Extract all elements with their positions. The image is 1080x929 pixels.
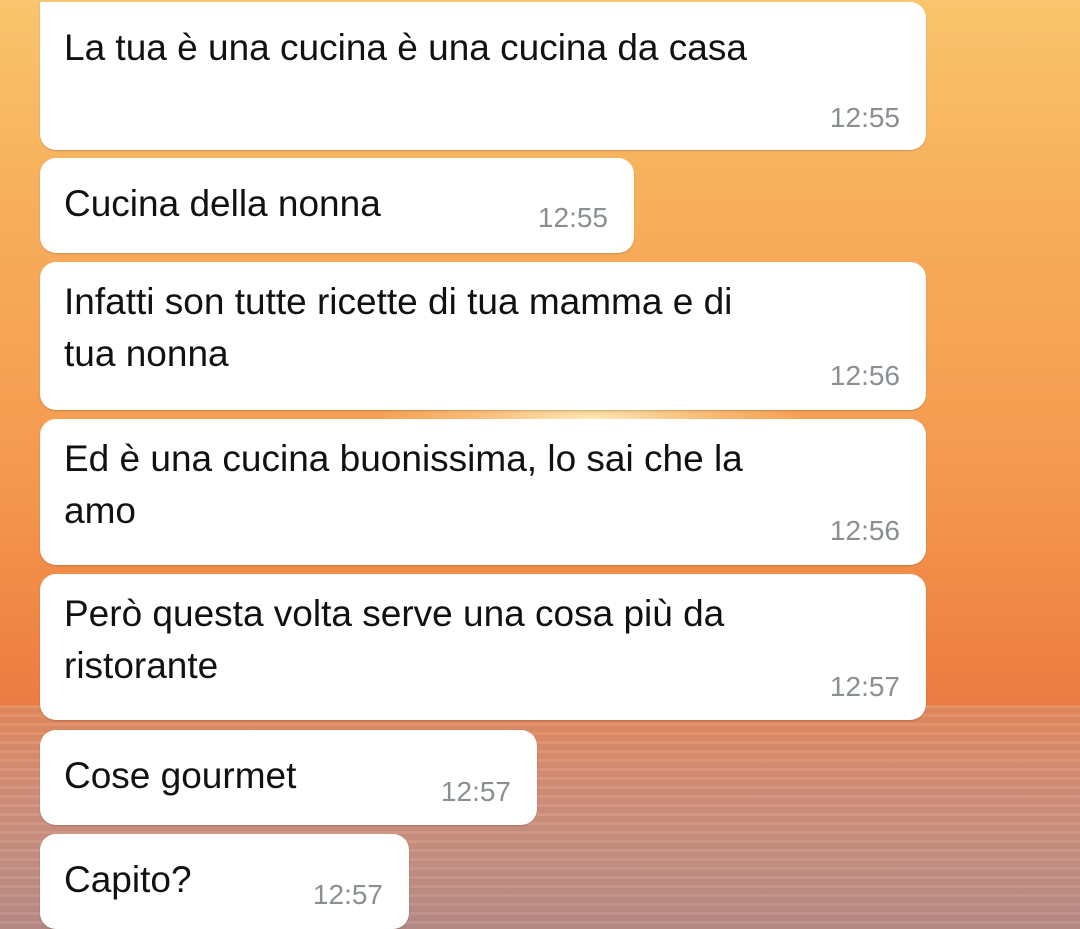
message-text-line: Però questa volta serve una cosa più da (64, 593, 725, 634)
incoming-message-bubble[interactable]: Capito? 12:57 (40, 834, 409, 929)
incoming-message-bubble[interactable]: Ed è una cucina buonissima, lo sai che l… (40, 419, 926, 565)
message-text-line: Infatti son tutte ricette di tua mamma e… (64, 281, 733, 322)
message-timestamp: 12:56 (829, 515, 900, 546)
message-text: Cose gourmet (64, 755, 297, 796)
message-text-line: tua nonna (64, 333, 229, 374)
incoming-message-bubble[interactable]: Cose gourmet 12:57 (40, 730, 537, 825)
message-timestamp: 12:57 (829, 671, 900, 702)
incoming-message-bubble[interactable]: Infatti son tutte ricette di tua mamma e… (40, 262, 926, 410)
message-text: Capito? (64, 859, 192, 900)
message-timestamp: 12:55 (829, 102, 900, 133)
message-text-line: Ed è una cucina buonissima, lo sai che l… (64, 438, 743, 479)
message-timestamp: 12:57 (312, 879, 383, 910)
message-list[interactable]: La tua è una cucina è una cucina da casa… (0, 0, 1080, 929)
message-timestamp: 12:56 (829, 360, 900, 391)
message-text: Cucina della nonna (64, 183, 381, 224)
message-timestamp: 12:55 (537, 202, 608, 233)
message-text-line: amo (64, 490, 136, 531)
message-text-line: ristorante (64, 645, 219, 686)
incoming-message-bubble[interactable]: Cucina della nonna 12:55 (40, 158, 634, 253)
message-timestamp: 12:57 (440, 776, 511, 807)
incoming-message-bubble[interactable]: La tua è una cucina è una cucina da casa… (40, 2, 926, 150)
message-text: La tua è una cucina è una cucina da casa (64, 27, 747, 68)
incoming-message-bubble[interactable]: Però questa volta serve una cosa più da … (40, 574, 926, 720)
